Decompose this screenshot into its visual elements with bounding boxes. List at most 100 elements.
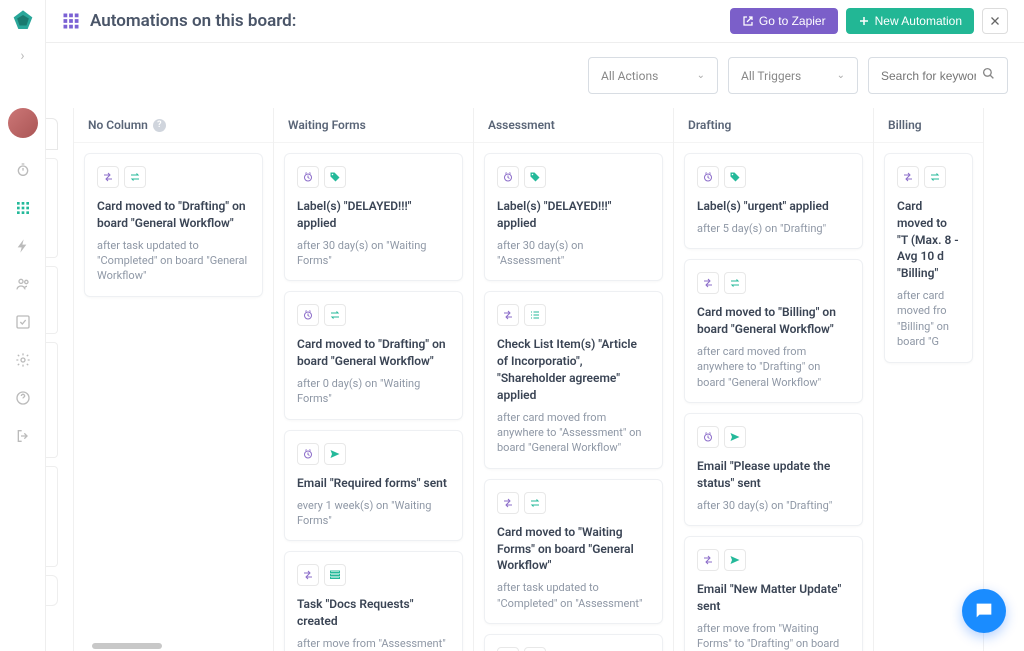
partial-card: H0la: [46, 466, 58, 567]
send-icon: [324, 443, 346, 465]
column-body: Label(s) "DELAYED!!!" applied after 30 da…: [274, 143, 473, 651]
card-icons: [897, 166, 960, 188]
avatar[interactable]: [8, 108, 38, 138]
card-desc: after 30 day(s) on "Drafting": [697, 498, 850, 513]
nav-people-icon[interactable]: [7, 268, 39, 300]
card-icons: [297, 443, 450, 465]
breadcrumb-arrow-icon: ›: [20, 48, 24, 64]
automation-card[interactable]: Card moved to "T (Max. 8 - Avg 10 d "Bil…: [884, 153, 973, 363]
card-title: Label(s) "urgent" applied: [697, 198, 850, 215]
automation-card[interactable]: Task "Docs Requests" createdafter move f…: [284, 551, 463, 651]
column-assessment: AssessmentLabel(s) "DELAYED!!!" applieda…: [474, 108, 674, 651]
card-icons: [97, 166, 250, 188]
card-title: Card moved to "Drafting" on board "Gener…: [97, 198, 250, 232]
card-icons: [497, 166, 650, 188]
automation-card[interactable]: Email "Please update the status" sentaft…: [684, 413, 863, 526]
send-icon: [724, 426, 746, 448]
card-title: Card moved to "Billing" on board "Genera…: [697, 304, 850, 338]
clock-icon: [697, 166, 719, 188]
column-no-column: No Column? Card moved to "Drafting" on bo…: [74, 108, 274, 651]
scrollbar[interactable]: [92, 643, 162, 649]
automation-card[interactable]: Label(s) "DELAYED!!!" applied after 30 da…: [484, 153, 663, 281]
go-to-zapier-button[interactable]: Go to Zapier: [730, 8, 838, 34]
clock-icon: [297, 304, 319, 326]
nav-help-icon[interactable]: [7, 382, 39, 414]
move-icon: [497, 647, 519, 651]
nav-bolt-icon[interactable]: [7, 230, 39, 262]
actions-filter-label: All Actions: [601, 69, 658, 83]
close-button[interactable]: [982, 8, 1008, 34]
move-icon: [97, 166, 119, 188]
grid-icon[interactable]: [62, 12, 80, 30]
card-desc: after card moved from anywhere to "Asses…: [497, 410, 650, 456]
card-desc: every 1 week(s) on "Waiting Forms": [297, 498, 450, 529]
card-title: Card moved to "Drafting" on board "Gener…: [297, 336, 450, 370]
automation-card[interactable]: Email "New Matter Update" sentafter move…: [684, 536, 863, 651]
automation-card[interactable]: Check List Item(s) "Article of Incorpora…: [484, 291, 663, 468]
card-icons: [297, 564, 450, 586]
card-desc: after 30 day(s) on "Waiting Forms": [297, 238, 450, 269]
automation-card[interactable]: Email "Required forms" sent every 1 week(…: [284, 430, 463, 542]
card-icons: [697, 272, 850, 294]
swap-icon: [524, 647, 546, 651]
search-icon[interactable]: [982, 67, 995, 84]
search-wrap: [868, 57, 1008, 94]
automation-card[interactable]: Label(s) "DELAYED!!!" applied after 30 da…: [284, 153, 463, 281]
card-icons: [697, 426, 850, 448]
automation-card[interactable]: Card moved to "Waiting Forms" on board "…: [484, 479, 663, 624]
column-header: Waiting Forms: [274, 108, 473, 143]
chevron-down-icon: ⌄: [837, 70, 845, 81]
card-title: Email "New Matter Update" sent: [697, 581, 850, 615]
nav-logout-icon[interactable]: [7, 420, 39, 452]
filter-bar: All Actions ⌄ All Triggers ⌄: [46, 43, 1024, 108]
column-body: Card moved to "T (Max. 8 - Avg 10 d "Bil…: [874, 143, 983, 651]
swap-icon: [324, 304, 346, 326]
nav-check-icon[interactable]: [7, 306, 39, 338]
chat-bubble[interactable]: [962, 589, 1006, 633]
nav-board-icon[interactable]: [7, 192, 39, 224]
chevron-down-icon: ⌄: [697, 70, 705, 81]
automation-card[interactable]: Card moved to "Drafting" on board "Gener…: [284, 291, 463, 419]
nav-timer-icon[interactable]: [7, 154, 39, 186]
partial-card: E0V: [46, 266, 58, 334]
card-title: Card moved to "Waiting Forms" on board "…: [497, 524, 650, 574]
card-title: Label(s) "DELAYED!!!" applied: [297, 198, 450, 232]
card-title: Email "Required forms" sent: [297, 475, 450, 492]
nav-settings-icon[interactable]: [7, 344, 39, 376]
column-title: Waiting Forms: [288, 118, 366, 132]
send-icon: [724, 549, 746, 571]
automation-card[interactable]: Label(s) "urgent" appliedafter 5 day(s) …: [684, 153, 863, 249]
board: W… 20SanE0V20SalEH0la N… No Column?Card …: [46, 108, 1024, 651]
column-header: No Column?: [74, 108, 273, 143]
clock-icon: [297, 166, 319, 188]
tag-icon: [724, 166, 746, 188]
clock-icon: [297, 443, 319, 465]
card-icons: [497, 647, 650, 651]
swap-icon: [124, 166, 146, 188]
automation-card[interactable]: Card moved to "Drafting" on board "Gener…: [84, 153, 263, 297]
column-body: Label(s) "DELAYED!!!" applied after 30 da…: [474, 143, 673, 651]
triggers-filter-label: All Triggers: [741, 69, 801, 83]
zapier-label: Go to Zapier: [759, 14, 826, 28]
swap-icon: [724, 272, 746, 294]
column-billing: BillingCard moved to "T (Max. 8 - Avg 10…: [874, 108, 984, 651]
column-title: Drafting: [688, 118, 731, 132]
actions-filter[interactable]: All Actions ⌄: [588, 57, 718, 94]
triggers-filter[interactable]: All Triggers ⌄: [728, 57, 858, 94]
new-automation-button[interactable]: New Automation: [846, 8, 974, 34]
card-title: Label(s) "DELAYED!!!" applied: [497, 198, 650, 232]
move-icon: [297, 564, 319, 586]
topbar: Automations on this board: Go to Zapier …: [46, 0, 1024, 43]
card-desc: after 30 day(s) on "Assessment": [497, 238, 650, 269]
search-input[interactable]: [881, 69, 976, 83]
main: Automations on this board: Go to Zapier …: [46, 0, 1024, 651]
list-icon: [324, 564, 346, 586]
automation-card[interactable]: Card moved to "Waiting Forms" on board "…: [484, 634, 663, 651]
help-icon[interactable]: ?: [153, 119, 166, 132]
move-icon: [697, 549, 719, 571]
card-title: Check List Item(s) "Article of Incorpora…: [497, 336, 650, 403]
card-icons: [497, 304, 650, 326]
card-desc: after task updated to "Completed" on "As…: [497, 580, 650, 611]
automation-card[interactable]: Card moved to "Billing" on board "Genera…: [684, 259, 863, 403]
card-desc: after card moved fro "Billing" on board …: [897, 288, 960, 350]
